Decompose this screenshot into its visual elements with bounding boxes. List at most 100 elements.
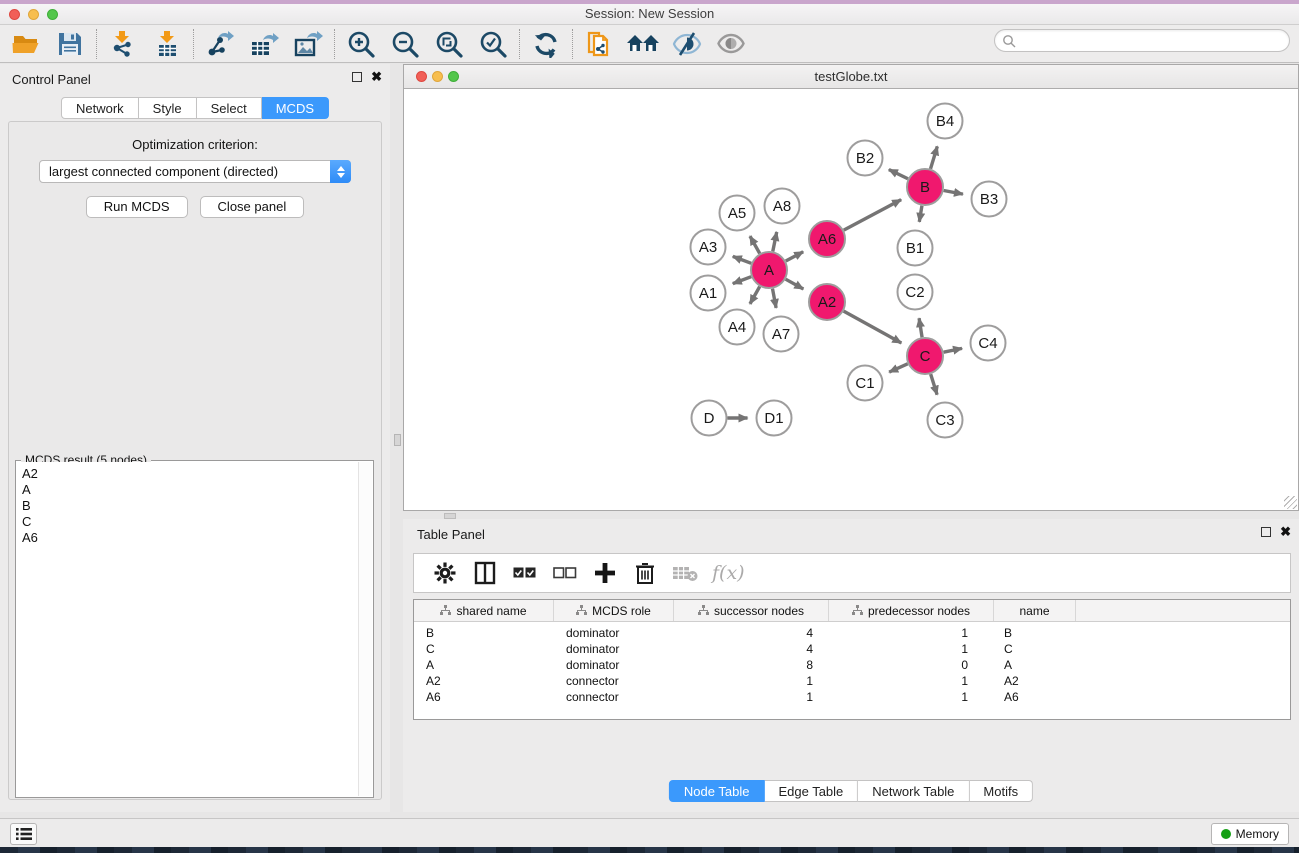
tab-style[interactable]: Style xyxy=(139,97,197,119)
table-cell[interactable]: A6 xyxy=(414,690,554,704)
network-close-button[interactable] xyxy=(416,71,427,82)
graph-node-A8[interactable]: A8 xyxy=(765,189,800,224)
table-row[interactable]: Adominator80A xyxy=(414,657,1290,673)
table-cell[interactable]: connector xyxy=(554,690,674,704)
graph-node-B[interactable]: B xyxy=(907,169,943,205)
delete-columns-button[interactable] xyxy=(632,559,658,587)
table-settings-button[interactable] xyxy=(432,559,458,587)
graph-node-B3[interactable]: B3 xyxy=(972,182,1007,217)
tab-mcds[interactable]: MCDS xyxy=(262,97,329,119)
table-cell[interactable]: 1 xyxy=(829,642,994,656)
graph-edge-A-A7[interactable] xyxy=(773,289,777,308)
graph-node-A2[interactable]: A2 xyxy=(809,284,845,320)
table-cell[interactable]: 1 xyxy=(829,690,994,704)
table-row[interactable]: A6connector11A6 xyxy=(414,689,1290,705)
table-row[interactable]: Cdominator41C xyxy=(414,641,1290,657)
graph-node-C4[interactable]: C4 xyxy=(971,326,1006,361)
graph-edge-A-A3[interactable] xyxy=(733,256,751,263)
column-header-name[interactable]: name xyxy=(994,600,1076,621)
zoom-out-button[interactable] xyxy=(387,28,423,60)
graph-edge-A-A2[interactable] xyxy=(786,279,804,289)
unselect-all-columns-button[interactable] xyxy=(552,559,578,587)
graph-node-B1[interactable]: B1 xyxy=(898,231,933,266)
column-header-MCDS-role[interactable]: MCDS role xyxy=(554,600,674,621)
column-header-shared-name[interactable]: shared name xyxy=(414,600,554,621)
table-cell[interactable]: 1 xyxy=(829,626,994,640)
network-canvas[interactable]: B4B2BB3A8A5A6A3B1AA1C2A2A4A7C4CC1C3DD1 xyxy=(404,89,1298,510)
zoom-selected-button[interactable] xyxy=(475,28,511,60)
search-field[interactable] xyxy=(994,29,1290,52)
graph-edge-C-C1[interactable] xyxy=(889,364,908,372)
main-titlebar[interactable]: Session: New Session xyxy=(0,4,1299,25)
search-input[interactable] xyxy=(1016,32,1289,50)
mcds-result-item[interactable]: A6 xyxy=(22,530,358,546)
graph-edge-C-C2[interactable] xyxy=(919,318,922,337)
apply-function-button[interactable]: f(x) xyxy=(712,559,745,587)
node-table[interactable]: shared nameMCDS rolesuccessor nodesprede… xyxy=(413,599,1291,720)
panel-splitter-handle[interactable] xyxy=(394,434,401,446)
column-header-successor-nodes[interactable]: successor nodes xyxy=(674,600,829,621)
table-cell[interactable]: connector xyxy=(554,674,674,688)
table-cell[interactable]: 0 xyxy=(829,658,994,672)
table-cell[interactable]: dominator xyxy=(554,642,674,656)
table-cell[interactable]: 4 xyxy=(674,642,829,656)
duplicate-network-button[interactable] xyxy=(581,28,617,60)
table-cell[interactable]: A6 xyxy=(994,690,1076,704)
show-all-button[interactable] xyxy=(713,28,749,60)
graph-edge-B-B4[interactable] xyxy=(931,146,938,168)
graph-node-A5[interactable]: A5 xyxy=(720,196,755,231)
resize-grip-icon[interactable] xyxy=(1284,496,1297,509)
column-header-predecessor-nodes[interactable]: predecessor nodes xyxy=(829,600,994,621)
tab-select[interactable]: Select xyxy=(197,97,262,119)
zoom-window-button[interactable] xyxy=(47,9,58,20)
delete-table-button[interactable] xyxy=(672,559,698,587)
graph-edge-C-C3[interactable] xyxy=(931,374,937,395)
table-cell[interactable]: 8 xyxy=(674,658,829,672)
graph-edge-A-A4[interactable] xyxy=(750,287,760,304)
table-cell[interactable]: dominator xyxy=(554,658,674,672)
graph-node-A1[interactable]: A1 xyxy=(691,276,726,311)
graph-node-C1[interactable]: C1 xyxy=(848,366,883,401)
graph-edge-A6-B[interactable] xyxy=(844,200,901,230)
table-cell[interactable]: B xyxy=(414,626,554,640)
mcds-result-item[interactable]: A2 xyxy=(22,466,358,482)
tab-node-table[interactable]: Node Table xyxy=(669,780,765,802)
export-image-button[interactable] xyxy=(290,28,326,60)
table-cell[interactable]: A2 xyxy=(994,674,1076,688)
tab-edge-table[interactable]: Edge Table xyxy=(764,780,858,802)
network-window-titlebar[interactable]: testGlobe.txt xyxy=(404,65,1298,89)
mcds-result-item[interactable]: A xyxy=(22,482,358,498)
graph-node-D[interactable]: D xyxy=(692,401,727,436)
graph-edge-B-B1[interactable] xyxy=(919,206,922,222)
import-network-button[interactable] xyxy=(105,28,141,60)
hide-selected-button[interactable] xyxy=(669,28,705,60)
apply-layout-button[interactable] xyxy=(528,28,564,60)
network-graph[interactable]: B4B2BB3A8A5A6A3B1AA1C2A2A4A7C4CC1C3DD1 xyxy=(404,89,1298,510)
show-columns-button[interactable] xyxy=(472,559,498,587)
export-table-button[interactable] xyxy=(246,28,282,60)
add-column-button[interactable] xyxy=(592,559,618,587)
graph-node-C3[interactable]: C3 xyxy=(928,403,963,438)
mcds-result-item[interactable]: B xyxy=(22,498,358,514)
graph-edge-A-A5[interactable] xyxy=(750,236,760,253)
graph-node-A3[interactable]: A3 xyxy=(691,230,726,265)
save-session-button[interactable] xyxy=(52,28,88,60)
table-cell[interactable]: 1 xyxy=(674,690,829,704)
table-cell[interactable]: C xyxy=(414,642,554,656)
zoom-in-button[interactable] xyxy=(343,28,379,60)
table-cell[interactable]: 1 xyxy=(674,674,829,688)
table-cell[interactable]: 4 xyxy=(674,626,829,640)
table-cell[interactable]: dominator xyxy=(554,626,674,640)
graph-node-B4[interactable]: B4 xyxy=(928,104,963,139)
table-cell[interactable]: A xyxy=(994,658,1076,672)
graph-edge-A-A8[interactable] xyxy=(773,232,777,251)
import-table-button[interactable] xyxy=(149,28,185,60)
run-mcds-button[interactable]: Run MCDS xyxy=(86,196,188,218)
tab-network[interactable]: Network xyxy=(61,97,139,119)
table-cell[interactable]: A xyxy=(414,658,554,672)
mcds-result-list[interactable]: A2ABCA6 xyxy=(17,462,358,796)
graph-edge-B-B2[interactable] xyxy=(889,170,908,179)
close-panel-button[interactable]: Close panel xyxy=(200,196,305,218)
table-cell[interactable]: B xyxy=(994,626,1076,640)
network-window[interactable]: testGlobe.txt B4B2BB3A8A5A6A3B1AA1C2A2A4… xyxy=(403,64,1299,511)
